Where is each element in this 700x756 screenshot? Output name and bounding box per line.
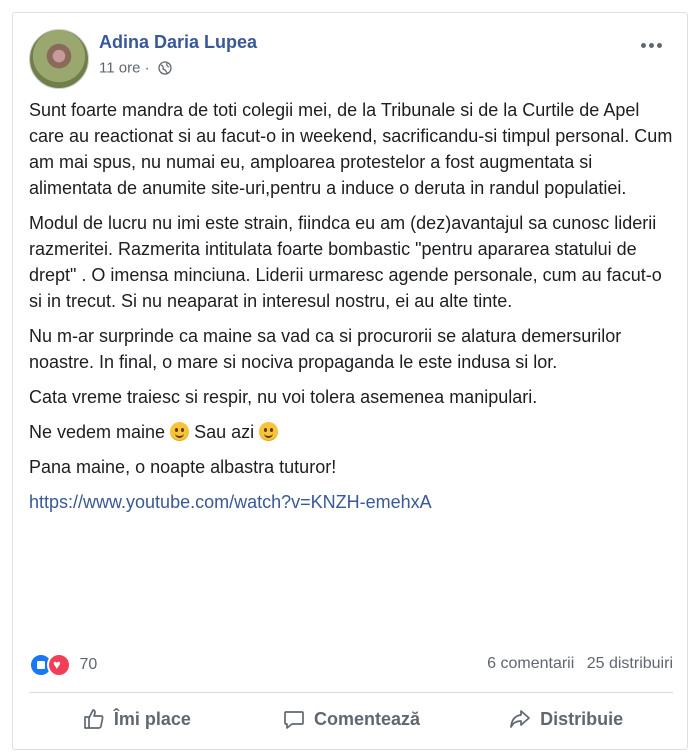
like-button[interactable]: Îmi place xyxy=(29,701,244,737)
reaction-count: 70 xyxy=(79,656,98,673)
like-button-label: Îmi place xyxy=(113,708,191,729)
emoji-line-part1: Ne vedem maine xyxy=(29,422,166,442)
thumbs-up-icon xyxy=(83,709,104,729)
post-paragraph: Nu m-ar surprinde ca maine sa vad ca si … xyxy=(29,326,622,372)
comment-button-label: Comentează xyxy=(313,708,421,729)
post-link-row: https://www.youtube.com/watch?v=KNZH-eme… xyxy=(29,489,677,515)
share-icon xyxy=(510,710,531,728)
comment-button[interactable]: Comentează xyxy=(244,701,459,737)
share-button-label: Distribuie xyxy=(540,708,624,729)
counts: 6 comentarii 25 distribuiri xyxy=(479,655,673,673)
smile-emoji-icon xyxy=(259,422,279,441)
smile-emoji-icon xyxy=(170,422,190,441)
share-button[interactable]: Distribuie xyxy=(458,701,673,737)
globe-icon[interactable] xyxy=(158,61,172,75)
emoji-line-part2: Sau azi xyxy=(194,422,255,442)
closing-line: Pana maine, o noapte albastra tuturor! xyxy=(29,457,337,477)
emoji-line: Ne vedem maine Sau azi xyxy=(29,419,677,445)
post-card: Adina Daria Lupea 11 ore · Sunt foarte m… xyxy=(12,12,688,750)
shares-count[interactable]: 25 distribuiri xyxy=(587,655,673,672)
post-paragraph: Modul de lucru nu imi este strain, fiind… xyxy=(29,213,662,311)
reactions-summary[interactable]: 70 xyxy=(29,653,97,677)
comments-count[interactable]: 6 comentarii xyxy=(487,655,574,672)
more-icon[interactable] xyxy=(641,35,669,55)
post-stats: 70 6 comentarii 25 distribuiri xyxy=(29,653,673,677)
post-time[interactable]: 11 ore xyxy=(99,60,140,77)
youtube-link[interactable]: https://www.youtube.com/watch?v=KNZH-eme… xyxy=(29,492,432,512)
post-header: Adina Daria Lupea 11 ore · xyxy=(29,29,669,89)
comment-icon xyxy=(284,711,304,729)
post-paragraph: Sunt foarte mandra de toti colegii mei, … xyxy=(29,100,673,198)
meta-separator: · xyxy=(144,59,150,77)
post-paragraph: Cata vreme traiesc si respir, nu voi tol… xyxy=(29,387,538,407)
avatar[interactable] xyxy=(29,29,89,89)
divider xyxy=(29,692,673,693)
author-name[interactable]: Adina Daria Lupea xyxy=(99,32,257,53)
post-meta: 11 ore · xyxy=(99,59,172,77)
love-icon xyxy=(47,653,71,677)
action-bar: Îmi place Comentează Distribuie xyxy=(29,701,673,737)
post-body: Sunt foarte mandra de toti colegii mei, … xyxy=(29,97,677,524)
